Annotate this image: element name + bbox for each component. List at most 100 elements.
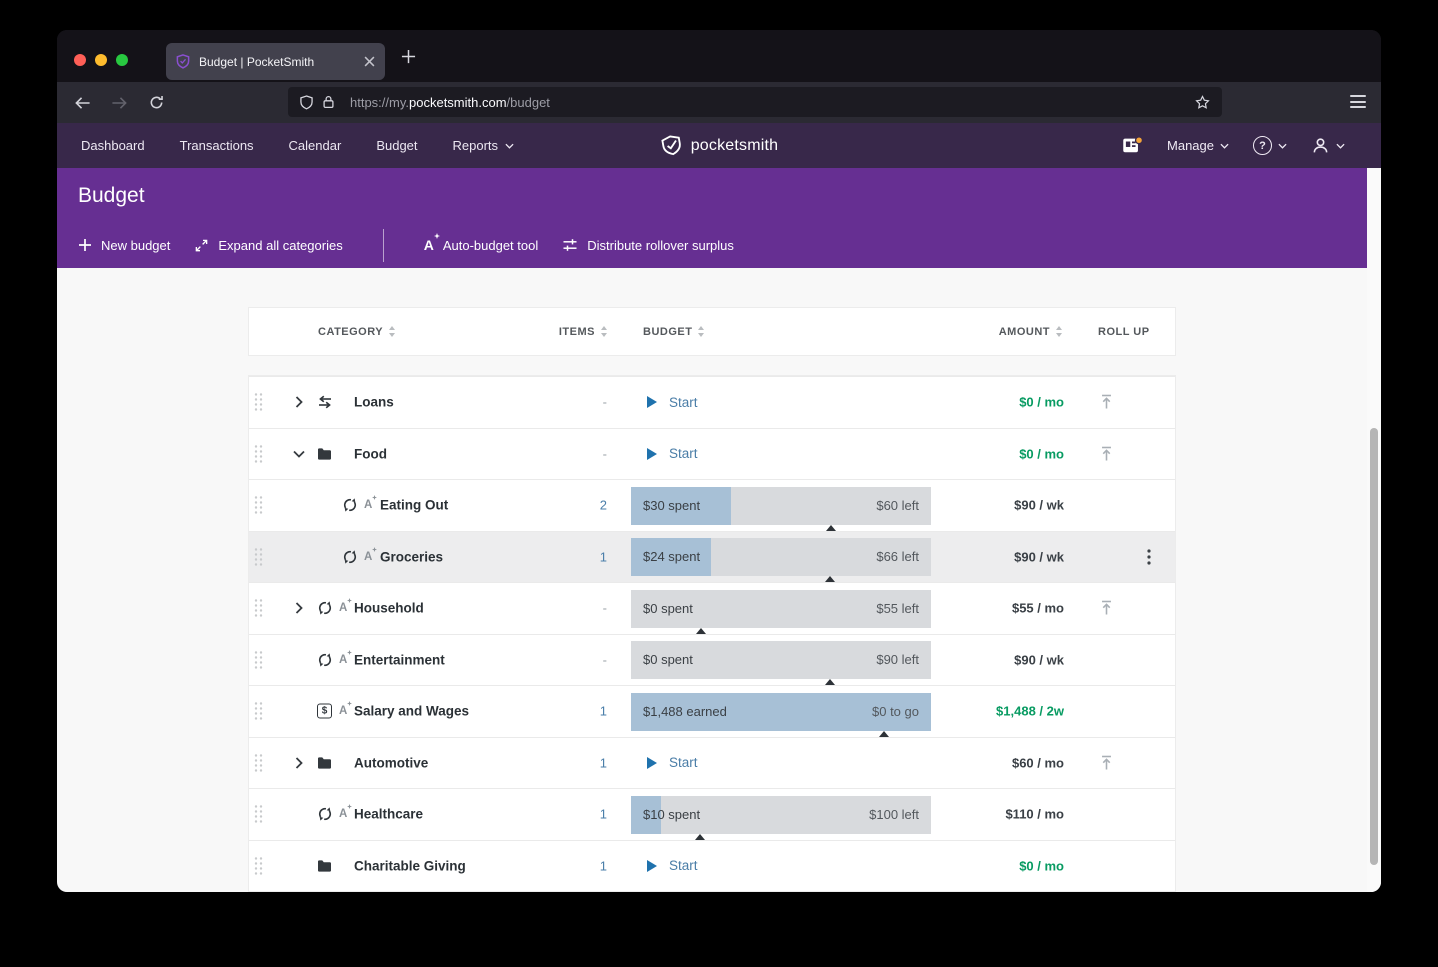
bookmark-star-icon[interactable] [1195, 95, 1210, 110]
help-menu[interactable]: ? [1253, 136, 1287, 155]
budget-progress-bar[interactable]: $30 spent $60 left [631, 487, 931, 525]
play-icon [647, 757, 657, 769]
nav-item-budget[interactable]: Budget [376, 138, 417, 153]
window-controls [74, 54, 128, 66]
drag-handle-icon[interactable] [254, 393, 263, 412]
column-header-items[interactable]: ITEMS [549, 308, 607, 355]
expand-chevron-icon[interactable] [295, 602, 303, 614]
category-name[interactable]: Groceries [380, 549, 443, 564]
expand-chevron-icon[interactable] [295, 757, 303, 769]
page-header: Budget New budget Expand all categories [57, 168, 1381, 268]
browser-tab[interactable]: Budget | PocketSmith [166, 43, 385, 80]
toolbar-divider [383, 229, 384, 262]
spent-label: $1,488 earned [643, 693, 727, 731]
zoom-window-button[interactable] [116, 54, 128, 66]
logo-shield-icon [660, 134, 684, 157]
auto-budget-tool-button[interactable]: A Auto-budget tool [424, 237, 539, 253]
drag-handle-icon[interactable] [254, 702, 263, 721]
category-name[interactable]: Household [354, 601, 424, 616]
lock-icon[interactable] [323, 95, 334, 109]
budget-progress-bar[interactable]: $10 spent $100 left [631, 796, 931, 834]
amount-value: $55 / mo [889, 601, 1064, 616]
menu-hamburger-icon[interactable] [1350, 95, 1366, 108]
table-row: Automotive 1 Start $60 / mo [249, 737, 1175, 789]
back-button[interactable] [67, 95, 97, 110]
distribute-rollover-button[interactable]: Distribute rollover surplus [562, 237, 734, 253]
rollup-icon[interactable] [1089, 738, 1123, 789]
user-menu[interactable] [1311, 136, 1345, 155]
budget-cell: Start [631, 429, 931, 480]
start-budget-button[interactable]: Start [631, 841, 931, 892]
url-bar[interactable]: https://my.pocketsmith.com/budget [288, 87, 1222, 117]
url-text: https://my.pocketsmith.com/budget [350, 95, 550, 110]
logo-text: pocketsmith [691, 137, 779, 155]
start-budget-button[interactable]: Start [631, 738, 931, 789]
budget-progress-bar[interactable]: $0 spent $55 left [631, 590, 931, 628]
items-count: - [549, 395, 607, 410]
scrollbar-track[interactable] [1367, 168, 1381, 892]
drag-handle-icon[interactable] [254, 856, 263, 875]
budget-progress-bar[interactable]: $1,488 earned $0 to go [631, 693, 931, 731]
expand-icon [194, 238, 209, 253]
table-row: A Healthcare 1 $10 spent $100 left $110 … [249, 788, 1175, 840]
items-count: 1 [549, 755, 607, 770]
row-menu-kebab-icon[interactable] [1140, 532, 1158, 583]
start-budget-button[interactable]: Start [631, 377, 931, 428]
nav-item-dashboard[interactable]: Dashboard [81, 138, 145, 153]
minimize-window-button[interactable] [95, 54, 107, 66]
nav-item-calendar[interactable]: Calendar [289, 138, 342, 153]
budget-progress-bar[interactable]: $24 spent $66 left [631, 538, 931, 576]
table-row: Charitable Giving 1 Start $0 / mo [249, 840, 1175, 892]
column-header-amount[interactable]: AMOUNT [889, 308, 1062, 355]
close-window-button[interactable] [74, 54, 86, 66]
expand-chevron-icon[interactable] [295, 396, 303, 408]
whats-new-icon[interactable] [1122, 136, 1143, 155]
nav-item-transactions[interactable]: Transactions [180, 138, 254, 153]
folder-icon [317, 859, 332, 872]
rollup-icon[interactable] [1089, 429, 1123, 480]
tab-title: Budget | PocketSmith [199, 55, 364, 69]
tab-close-icon[interactable] [364, 56, 375, 67]
chevron-down-icon [1278, 143, 1287, 149]
column-header-budget[interactable]: BUDGET [643, 308, 704, 355]
category-name[interactable]: Salary and Wages [354, 704, 469, 719]
rollup-icon[interactable] [1089, 377, 1123, 428]
tracking-shield-icon[interactable] [300, 95, 313, 110]
drag-handle-icon[interactable] [254, 496, 263, 515]
drag-handle-icon[interactable] [254, 444, 263, 463]
pocketsmith-logo[interactable]: pocketsmith [660, 134, 779, 157]
items-count: 2 [549, 498, 607, 513]
category-name[interactable]: Food [354, 446, 387, 461]
category-name[interactable]: Eating Out [380, 498, 448, 513]
refresh-button[interactable] [141, 95, 171, 110]
items-count: - [549, 601, 607, 616]
new-budget-button[interactable]: New budget [78, 238, 170, 253]
category-name[interactable]: Entertainment [354, 652, 445, 667]
drag-handle-icon[interactable] [254, 753, 263, 772]
drag-handle-icon[interactable] [254, 547, 263, 566]
sort-icon [1056, 326, 1062, 337]
scrollbar-thumb[interactable] [1370, 428, 1378, 865]
new-tab-button[interactable] [398, 46, 418, 66]
items-count: 1 [549, 704, 607, 719]
page-title: Budget [78, 184, 145, 208]
play-icon [647, 448, 657, 460]
budget-cell: $10 spent $100 left [631, 789, 931, 840]
drag-handle-icon[interactable] [254, 805, 263, 824]
category-name[interactable]: Automotive [354, 755, 428, 770]
start-budget-button[interactable]: Start [631, 429, 931, 480]
column-header-category[interactable]: CATEGORY [318, 308, 395, 355]
chevron-down-icon [1336, 143, 1345, 149]
nav-item-reports[interactable]: Reports [453, 138, 515, 153]
manage-menu[interactable]: Manage [1167, 138, 1229, 153]
forward-button[interactable] [104, 95, 134, 110]
budget-progress-bar[interactable]: $0 spent $90 left [631, 641, 931, 679]
drag-handle-icon[interactable] [254, 599, 263, 618]
expand-all-categories-button[interactable]: Expand all categories [194, 238, 342, 253]
expand-chevron-icon[interactable] [293, 450, 305, 458]
category-name[interactable]: Charitable Giving [354, 858, 466, 873]
category-name[interactable]: Loans [354, 395, 394, 410]
drag-handle-icon[interactable] [254, 650, 263, 669]
category-name[interactable]: Healthcare [354, 807, 423, 822]
rollup-icon[interactable] [1089, 583, 1123, 634]
